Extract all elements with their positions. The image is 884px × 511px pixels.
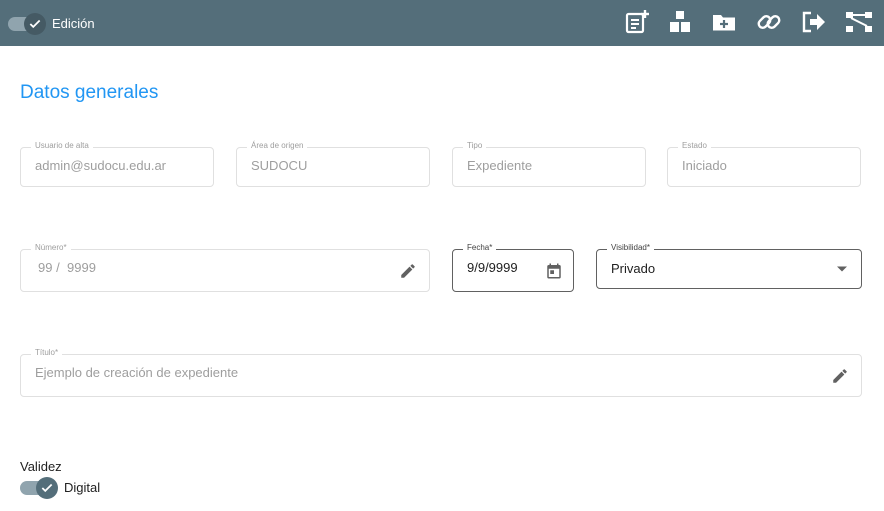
note-add-icon[interactable] xyxy=(623,8,651,36)
check-icon xyxy=(24,12,46,35)
edit-toggle-label: Edición xyxy=(52,16,95,31)
fecha-field[interactable]: Fecha* 9/9/9999 xyxy=(452,242,574,292)
usuario-label: Usuario de alta xyxy=(31,140,93,152)
estado-value: Iniciado xyxy=(682,158,727,173)
tipo-value: Expediente xyxy=(467,158,533,173)
calendar-icon[interactable] xyxy=(543,260,565,282)
tipo-field[interactable]: Tipo Expediente xyxy=(452,140,646,187)
section-title: Datos generales xyxy=(20,82,159,103)
titulo-value: Ejemplo de creación de expediente xyxy=(35,365,239,380)
edit-pencil-icon[interactable] xyxy=(397,260,419,282)
folder-add-icon[interactable] xyxy=(710,8,738,36)
fecha-label: Fecha* xyxy=(463,242,497,254)
numero-year: 9999 xyxy=(67,260,96,275)
validez-label: Validez xyxy=(20,459,62,474)
top-toolbar: Edición xyxy=(0,0,884,46)
check-icon xyxy=(36,476,58,499)
numero-prefix: 99 / xyxy=(38,260,60,275)
boxes-icon[interactable] xyxy=(666,8,694,36)
hierarchy-icon[interactable] xyxy=(845,8,873,36)
link-icon[interactable] xyxy=(755,8,783,36)
usuario-field[interactable]: Usuario de alta admin@sudocu.edu.ar xyxy=(20,140,214,187)
digital-toggle-track[interactable] xyxy=(20,476,58,499)
digital-toggle[interactable]: Digital xyxy=(20,476,101,499)
numero-label: Número* xyxy=(31,242,71,254)
fecha-value: 9/9/9999 xyxy=(467,260,518,275)
titulo-field[interactable]: Título* Ejemplo de creación de expedient… xyxy=(20,347,862,397)
titulo-label: Título* xyxy=(31,347,63,359)
edit-toggle[interactable]: Edición xyxy=(8,12,95,35)
visibilidad-select[interactable]: Visibilidad* Privado xyxy=(596,242,862,289)
estado-label: Estado xyxy=(678,140,711,152)
area-field[interactable]: Área de origen SUDOCU xyxy=(236,140,430,187)
usuario-value: admin@sudocu.edu.ar xyxy=(35,158,166,173)
digital-toggle-label: Digital xyxy=(64,480,101,495)
chevron-down-icon[interactable] xyxy=(831,258,853,280)
area-value: SUDOCU xyxy=(251,158,308,173)
visibilidad-label: Visibilidad* xyxy=(607,242,654,254)
visibilidad-value: Privado xyxy=(611,261,656,276)
edit-pencil-icon[interactable] xyxy=(829,365,851,387)
estado-field[interactable]: Estado Iniciado xyxy=(667,140,861,187)
area-label: Área de origen xyxy=(247,140,308,152)
tipo-label: Tipo xyxy=(463,140,487,152)
numero-field[interactable]: Número* 99 / 9999 xyxy=(20,242,430,292)
exit-icon[interactable] xyxy=(800,8,828,36)
edit-toggle-track[interactable] xyxy=(8,12,46,35)
